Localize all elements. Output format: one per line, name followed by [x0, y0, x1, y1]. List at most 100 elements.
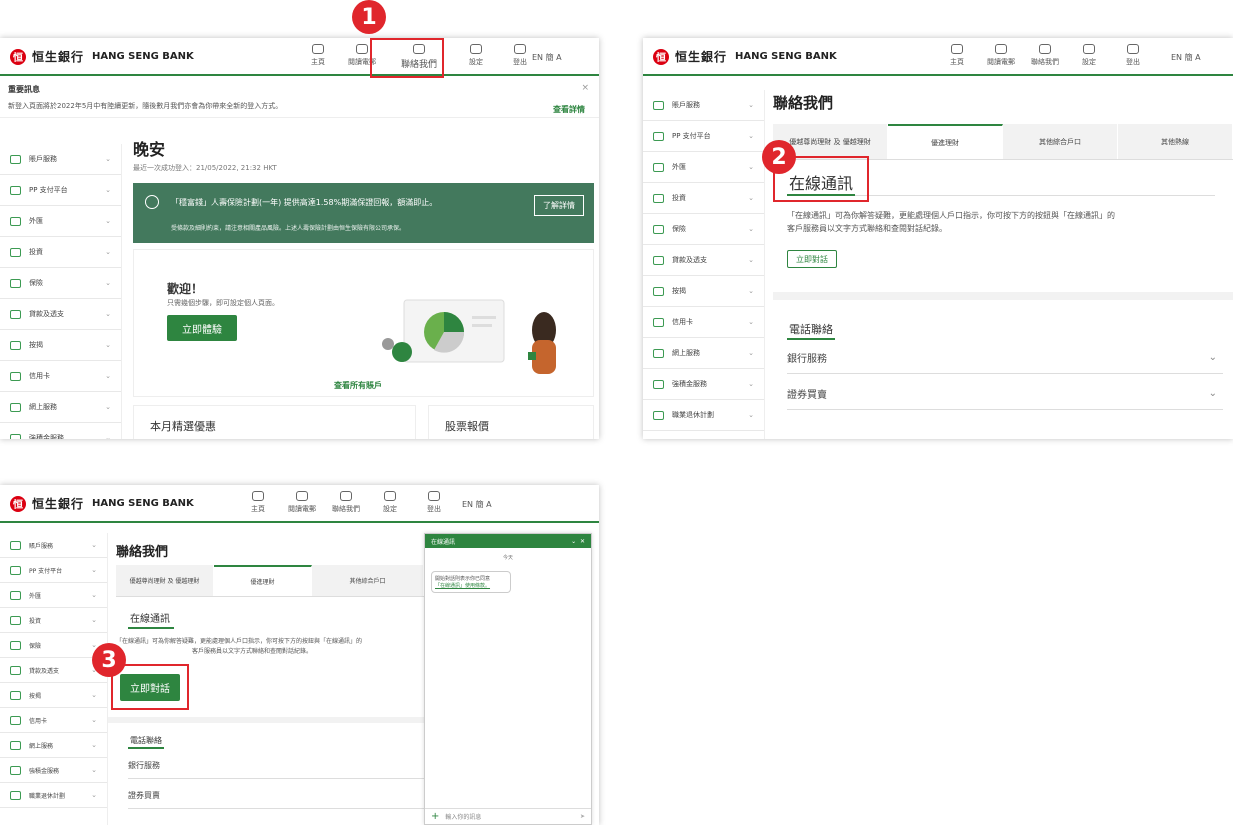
bank-logo[interactable]: 恒 恒生銀行 HANG SENG BANK: [10, 495, 194, 512]
close-icon[interactable]: ×: [581, 83, 589, 93]
home-icon: [252, 491, 264, 501]
tab-hotlines[interactable]: 其他熱線: [1118, 124, 1233, 159]
bank-logo[interactable]: 恒 恒生銀行 HANG SENG BANK: [10, 48, 194, 65]
top-header: 恒 恒生銀行 HANG SENG BANK 主頁 閱讀電郵 聯絡我們 設定 登出…: [643, 38, 1233, 76]
sidebar-item-orso[interactable]: 職業退休計劃 ⌄: [643, 400, 764, 431]
tab-integrated[interactable]: 其他綜合戶口: [1003, 124, 1118, 159]
logo-chinese: 恒生銀行: [32, 50, 85, 64]
tab-integrated[interactable]: 其他綜合戶口: [312, 565, 424, 596]
sidebar-item-pp[interactable]: PP 支付平台 ⌄: [643, 121, 764, 152]
sidebar-item-loans[interactable]: 貸款及透支 ⌄: [0, 658, 107, 683]
sidebar-item-accounts[interactable]: 賬戶服務 ⌄: [0, 533, 107, 558]
nav-settings[interactable]: 設定: [368, 491, 412, 514]
tab-preferred[interactable]: 優進理財: [214, 565, 312, 596]
language-switch[interactable]: EN 簡 A: [1171, 52, 1201, 63]
accordion-bank-services[interactable]: 銀行服務 ⌄: [787, 342, 1223, 374]
accordion-securities[interactable]: 證券買賣: [128, 783, 424, 809]
accordion-bank-services[interactable]: 銀行服務: [128, 753, 424, 779]
sidebar-item-mpf[interactable]: 強積金服務 ⌄: [0, 758, 107, 783]
nav-settings-label: 設定: [1082, 58, 1096, 66]
plus-icon[interactable]: +: [431, 811, 439, 822]
nav-contact[interactable]: 聯絡我們: [1023, 44, 1067, 67]
sidebar-item-online[interactable]: 網上服務 ⌄: [643, 338, 764, 369]
sidebar-item-online[interactable]: 網上服務 ⌄: [0, 392, 121, 423]
nav-home[interactable]: 主頁: [296, 44, 340, 70]
mpf-icon: [10, 433, 21, 439]
sidebar-item-orso[interactable]: 職業退休計劃 ⌄: [0, 783, 107, 808]
chevron-down-icon: ⌄: [105, 186, 111, 194]
nav-logout[interactable]: 登出: [412, 491, 456, 514]
nav-settings[interactable]: 設定: [1067, 44, 1111, 67]
notice-details-link[interactable]: 查看詳情: [553, 104, 585, 115]
sidebar-item-fx[interactable]: 外匯 ⌄: [0, 583, 107, 608]
sidebar-item-mortgage[interactable]: 按揭 ⌄: [0, 683, 107, 708]
sidebar-menu: 賬戶服務 ⌄ PP 支付平台 ⌄ 外匯 ⌄ 投資 ⌄ 保險 ⌄ 貸款及透支 ⌄ 按揭 ⌄ 信用…: [643, 90, 765, 439]
sidebar-item-online[interactable]: 網上服務 ⌄: [0, 733, 107, 758]
sidebar-item-fx[interactable]: 外匯 ⌄: [643, 152, 764, 183]
view-all-accounts-link[interactable]: 查看所有賬戶: [334, 380, 382, 391]
sidebar-item-invest[interactable]: 投資 ⌄: [643, 183, 764, 214]
nav-settings-label: 設定: [383, 505, 397, 513]
chat-now-button[interactable]: 立即對話: [787, 250, 837, 268]
logo-english: HANG SENG BANK: [735, 51, 837, 62]
mail-icon: [356, 44, 368, 54]
sidebar-item-invest[interactable]: 投資 ⌄: [0, 608, 107, 633]
accordion-label: 銀行服務: [128, 761, 160, 770]
retirement-icon: [10, 790, 21, 800]
exchange-icon: [10, 216, 21, 226]
close-icon[interactable]: ✕: [580, 538, 585, 545]
sidebar-label: 投資: [672, 194, 686, 202]
chat-terms-link[interactable]: 「在線通訊」使用條款。: [435, 582, 507, 589]
chat-input-bar[interactable]: + 輸入你的訊息 ➤: [425, 808, 591, 824]
umbrella-icon: [10, 640, 21, 650]
sidebar-label: 網上服務: [672, 349, 700, 357]
sidebar-item-mortgage[interactable]: 按揭 ⌄: [0, 330, 121, 361]
minimize-icon[interactable]: ⌄: [571, 538, 576, 545]
nav-mail[interactable]: 閱讀電郵: [979, 44, 1023, 67]
sidebar-item-cards[interactable]: 信用卡 ⌄: [643, 307, 764, 338]
sidebar-item-invest[interactable]: 投資 ⌄: [0, 237, 121, 268]
sidebar-item-cards[interactable]: 信用卡 ⌄: [0, 361, 121, 392]
sidebar-item-mpf[interactable]: 強積金服務 ⌄: [643, 369, 764, 400]
nav-settings[interactable]: 設定: [454, 44, 498, 70]
logo-chinese: 恒生銀行: [32, 497, 85, 511]
sidebar-item-fx[interactable]: 外匯 ⌄: [0, 206, 121, 237]
try-now-button[interactable]: 立即體驗: [167, 315, 237, 341]
send-icon[interactable]: ➤: [580, 813, 585, 820]
chevron-down-icon: ⌄: [105, 434, 111, 439]
sidebar-item-accounts[interactable]: 賬戶服務 ⌄: [643, 90, 764, 121]
sidebar-item-insurance[interactable]: 保險 ⌄: [643, 214, 764, 245]
nav-logout[interactable]: 登出: [1111, 44, 1155, 67]
sidebar-item-insurance[interactable]: 保險 ⌄: [0, 268, 121, 299]
sidebar-item-mortgage[interactable]: 按揭 ⌄: [643, 276, 764, 307]
loan-icon: [10, 309, 21, 319]
sidebar-item-loans[interactable]: 貸款及透支 ⌄: [0, 299, 121, 330]
accordion-securities[interactable]: 證券買賣 ⌄: [787, 378, 1223, 410]
language-switch[interactable]: EN 簡 A: [462, 499, 492, 510]
sidebar-item-pp[interactable]: PP 支付平台 ⌄: [0, 558, 107, 583]
nav-contact[interactable]: 聯絡我們: [324, 491, 368, 514]
sidebar-item-accounts[interactable]: 賬戶服務 ⌄: [0, 144, 121, 175]
promo-details-button[interactable]: 了解詳情: [534, 195, 584, 216]
sidebar-label: 賬戶服務: [29, 155, 57, 163]
mail-icon: [296, 491, 308, 501]
nav-mail[interactable]: 閱讀電郵: [280, 491, 324, 514]
sidebar-item-pp[interactable]: PP 支付平台 ⌄: [0, 175, 121, 206]
sidebar-item-cards[interactable]: 信用卡 ⌄: [0, 708, 107, 733]
language-switch[interactable]: EN 簡 A: [532, 52, 562, 63]
sidebar-item-loans[interactable]: 貸款及透支 ⌄: [643, 245, 764, 276]
sidebar-label: 外匯: [29, 217, 43, 225]
tab-preferred[interactable]: 優進理財: [888, 124, 1003, 159]
tab-premier[interactable]: 優越尊尚理財 及 優越理財: [116, 565, 214, 596]
gear-icon: [470, 44, 482, 54]
nav-home[interactable]: 主頁: [236, 491, 280, 514]
sidebar-item-insurance[interactable]: 保險 ⌄: [0, 633, 107, 658]
exchange-icon: [653, 162, 664, 172]
sidebar-item-mpf[interactable]: 強積金服務 ⌄: [0, 423, 121, 439]
bank-logo[interactable]: 恒 恒生銀行 HANG SENG BANK: [653, 48, 837, 65]
sidebar-label: 按揭: [672, 287, 686, 295]
sidebar-label: 保險: [672, 225, 686, 233]
chat-input-placeholder[interactable]: 輸入你的訊息: [445, 812, 481, 821]
sidebar-label: 職業退休計劃: [672, 411, 714, 419]
nav-home[interactable]: 主頁: [935, 44, 979, 67]
